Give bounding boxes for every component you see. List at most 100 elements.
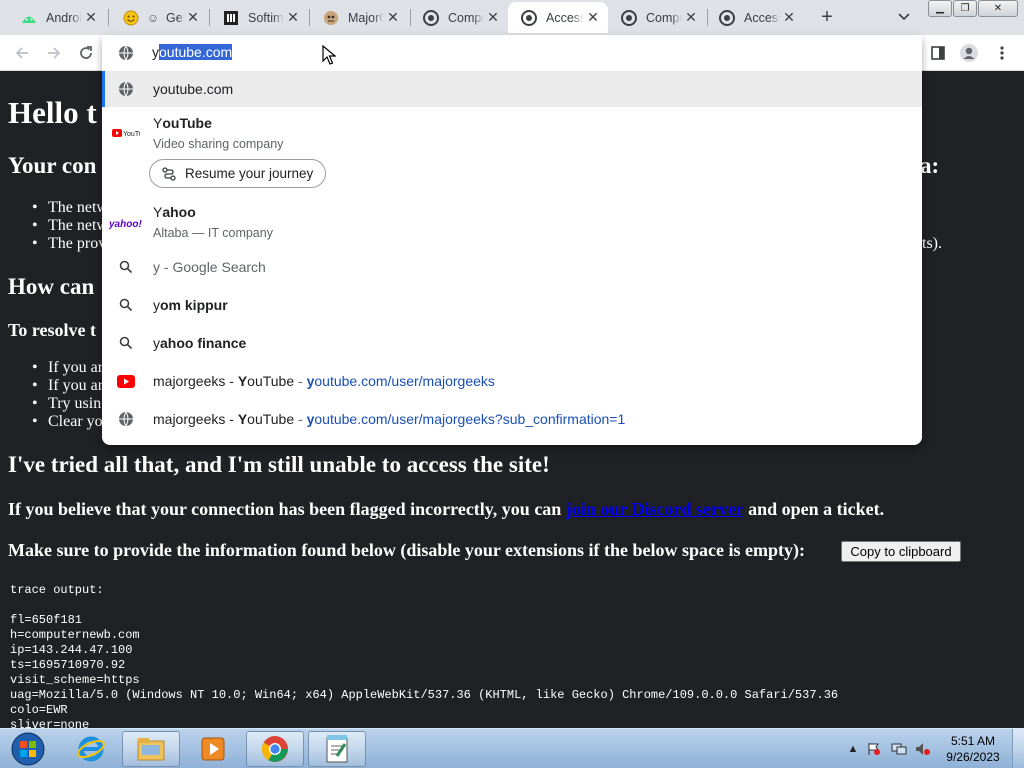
suggestion-url-youtube[interactable]: youtube.com (102, 71, 922, 107)
android-icon (20, 9, 38, 27)
suggestion-url: youtube.com/user/majorgeeks?sub_confirma… (307, 411, 626, 427)
tab-title: Softim (248, 10, 284, 25)
tab-title: Computer (448, 10, 484, 25)
svg-text:YouTube: YouTube (123, 131, 140, 138)
system-clock[interactable]: 5:51 AM 9/26/2023 (940, 733, 1006, 765)
omnibox-dropdown: youtube.com youtube.com YouTube YouTube … (102, 35, 922, 445)
autocomplete-selection: outube.com (159, 44, 233, 60)
url-rest: outube.com/user/majorgeeks?sub_confirmat… (314, 411, 626, 427)
tab-android[interactable]: Android ✕ (8, 2, 106, 33)
tab-computer-2[interactable]: Computer ✕ (608, 2, 706, 33)
search-icon (116, 257, 136, 277)
close-tab-icon[interactable]: ✕ (284, 9, 302, 27)
suggestion-history-majorgeeks-1[interactable]: majorgeeks - YouTube - youtube.com/user/… (102, 363, 922, 399)
start-orb-button[interactable] (2, 731, 54, 767)
list-item: If you ar (32, 377, 103, 395)
address-input[interactable]: youtube.com (152, 44, 233, 60)
forward-arrow-icon[interactable] (43, 42, 65, 64)
match-rest: ahoo finance (160, 335, 247, 351)
subheading-how: How can (8, 274, 95, 299)
match-prefix: Y (153, 204, 163, 220)
media-player-icon[interactable] (184, 731, 242, 767)
show-hidden-icons-icon[interactable]: ▲ (845, 741, 861, 757)
tab-majorgeeks[interactable]: MajorGeeks ✕ (310, 2, 408, 33)
yahoo-logo-icon: yahoo! (109, 213, 143, 233)
network-icon[interactable] (891, 741, 907, 757)
suggestion-search-yom-kippur[interactable]: yom kippur (102, 287, 922, 323)
tab-access-active[interactable]: Access ✕ (508, 2, 608, 33)
list-item: The netw (32, 199, 108, 217)
volume-muted-icon[interactable] (915, 741, 931, 757)
chrome-icon[interactable] (246, 731, 304, 767)
resume-journey-chip[interactable]: Resume your journey (149, 159, 327, 188)
discord-link[interactable]: join our Discord server (566, 499, 744, 519)
suggestion-title: Yahoo (153, 204, 196, 220)
chip-label: Resume your journey (185, 166, 314, 181)
match-prefix: Y (153, 115, 163, 131)
suggestion-url: youtube.com/user/majorgeeks (307, 373, 495, 389)
file-explorer-icon[interactable] (122, 731, 180, 767)
search-icon (116, 295, 136, 315)
tab-search-chevron-icon[interactable] (893, 6, 915, 28)
match-rest: om kippur (160, 297, 228, 313)
url-rest: outube.com/user/majorgeeks (314, 373, 495, 389)
close-tab-icon[interactable]: ✕ (682, 9, 700, 27)
globe-icon (116, 409, 136, 429)
back-arrow-icon[interactable] (11, 42, 33, 64)
close-tab-icon[interactable]: ✕ (584, 9, 602, 27)
match-prefix: Y (237, 373, 248, 389)
mouse-cursor-icon (322, 44, 337, 70)
close-tab-icon[interactable]: ✕ (780, 9, 798, 27)
action-center-flag-icon[interactable] (866, 741, 882, 757)
tab-title: Android (46, 10, 82, 25)
page-name: majorgeeks - (153, 411, 238, 427)
subheading-tried: I've tried all that, and I'm still unabl… (8, 452, 550, 477)
tab-get[interactable]: ☺ Get ✕ (110, 2, 208, 33)
list-item: The netw (32, 217, 108, 235)
list-item: Try usin (32, 395, 101, 413)
tab-softim[interactable]: Softim ✕ (210, 2, 308, 33)
address-bar[interactable]: youtube.com (102, 35, 922, 71)
close-window-button[interactable]: ✕ (978, 0, 1018, 17)
suggestion-search-yahoo-finance[interactable]: yahoo finance (102, 325, 922, 361)
smiley-outline-icon: ☺ (146, 10, 160, 25)
new-tab-button[interactable]: + (815, 5, 839, 29)
minimize-button[interactable]: ▁ (928, 0, 952, 17)
page-name: majorgeeks - (153, 373, 238, 389)
menu-kebab-icon[interactable] (991, 42, 1013, 64)
copy-to-clipboard-button[interactable]: Copy to clipboard (841, 541, 961, 562)
restore-button[interactable]: ❐ (953, 0, 977, 17)
page-name-rest: ouTube (247, 373, 295, 389)
side-panel-icon[interactable] (927, 42, 949, 64)
reload-icon[interactable] (75, 42, 97, 64)
close-tab-icon[interactable]: ✕ (184, 9, 202, 27)
globe-icon (116, 43, 136, 63)
show-desktop-button[interactable] (1012, 729, 1024, 768)
suggestion-description: Video sharing company (153, 137, 284, 151)
tab-title: Access (744, 10, 780, 25)
suggestion-history-majorgeeks-2[interactable]: majorgeeks - YouTube - youtube.com/user/… (102, 401, 922, 437)
list-item: Clear yo (32, 413, 103, 431)
journey-icon (162, 166, 176, 181)
suggestion-entity-yahoo[interactable]: yahoo! Yahoo Altaba — IT company (102, 197, 922, 247)
suggestion-text: majorgeeks - YouTube - youtube.com/user/… (153, 373, 495, 389)
tab-strip: Android ✕ ☺ Get ✕ Softim ✕ MajorGeeks ✕ … (0, 0, 1024, 35)
suggestion-search-y[interactable]: y - Google Search (102, 249, 922, 285)
close-tab-icon[interactable]: ✕ (484, 9, 502, 27)
close-tab-icon[interactable]: ✕ (82, 9, 100, 27)
subheading-connection-end: a: (920, 153, 940, 178)
page-name-rest: ouTube (247, 411, 295, 427)
search-icon (116, 333, 136, 353)
profile-avatar-icon[interactable] (958, 42, 980, 64)
match-rest: outube.com (160, 81, 234, 97)
tab-access-2[interactable]: Access ✕ (706, 2, 804, 33)
internet-explorer-icon[interactable] (62, 731, 120, 767)
tab-computer-1[interactable]: Computer ✕ (410, 2, 508, 33)
cloudflare-icon (718, 9, 736, 27)
suggestion-text: yahoo finance (153, 335, 246, 351)
close-tab-icon[interactable]: ✕ (384, 9, 402, 27)
suggestion-text: majorgeeks - YouTube - youtube.com/user/… (153, 411, 625, 427)
notepad-app-icon[interactable] (308, 731, 366, 767)
flagged-text-end: and open a ticket. (743, 499, 885, 519)
separator: - (294, 411, 307, 427)
